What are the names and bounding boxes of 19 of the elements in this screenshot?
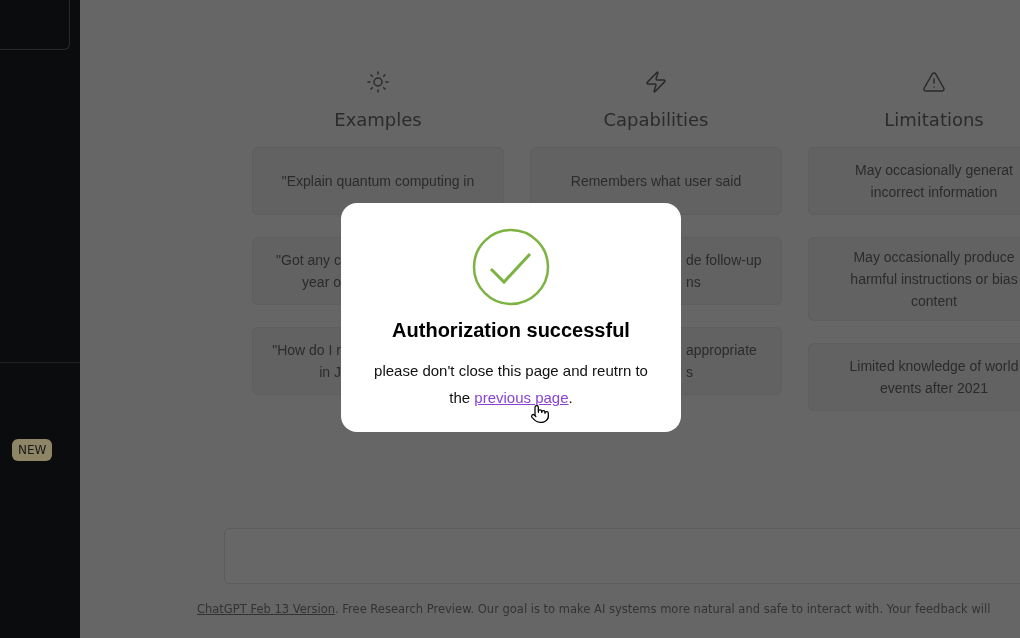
card-text: appropriate (686, 341, 757, 360)
card-text: harmful instructions or bias (850, 270, 1018, 289)
prompt-card[interactable]: May occasionally generat incorrect information (808, 147, 1020, 215)
column-title: Limitations (884, 108, 984, 132)
modal-message: please don't close this page and reutrn to the previous page. (373, 361, 649, 408)
card-text: ns (686, 273, 701, 292)
card-text: incorrect information (870, 183, 998, 202)
card-text: content (911, 292, 957, 311)
card-text: May occasionally generat (855, 161, 1013, 180)
sun-icon (366, 70, 390, 94)
new-badge: NEW (12, 439, 53, 461)
lightning-icon (644, 70, 668, 94)
warning-icon (922, 70, 946, 94)
column-title: Examples (334, 108, 422, 132)
check-circle-icon (472, 228, 550, 306)
modal-title: Authorization successful (392, 318, 630, 343)
previous-page-link[interactable]: previous page (474, 389, 569, 406)
sidebar-button[interactable] (0, 0, 70, 50)
column-title: Capabilities (603, 108, 709, 132)
